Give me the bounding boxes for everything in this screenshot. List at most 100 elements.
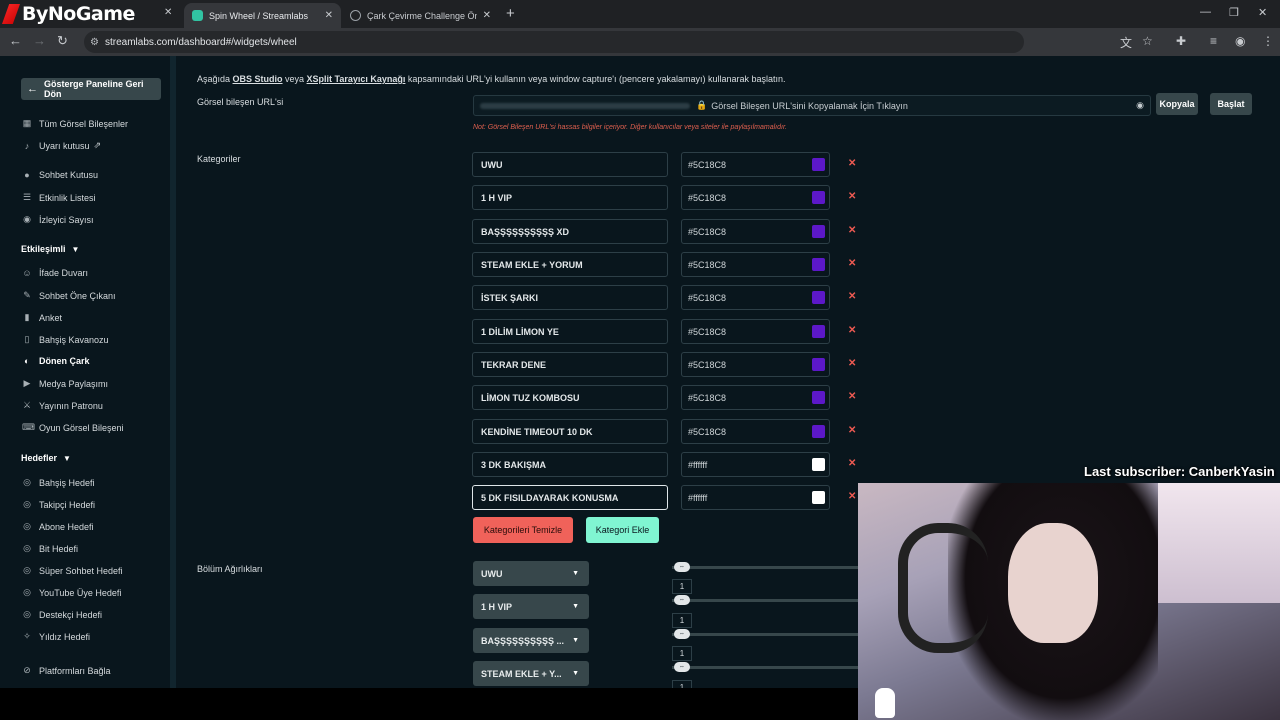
back-to-dashboard-button[interactable]: ← Gösterge Paneline Geri Dön bbox=[21, 78, 161, 100]
delete-category-icon[interactable]: ✕ bbox=[848, 425, 856, 436]
menu-kebab-icon[interactable]: ⋮ bbox=[1262, 34, 1274, 48]
color-swatch[interactable] bbox=[812, 391, 825, 404]
delete-category-icon[interactable]: ✕ bbox=[848, 391, 856, 402]
slider-handle[interactable]: ⇔ bbox=[674, 595, 690, 605]
add-category-button[interactable]: Kategori Ekle bbox=[586, 517, 659, 543]
clear-categories-button[interactable]: Kategorileri Temizle bbox=[473, 517, 573, 543]
color-swatch[interactable] bbox=[812, 458, 825, 471]
color-swatch[interactable] bbox=[812, 158, 825, 171]
profile-avatar-icon[interactable]: ◉ bbox=[1235, 34, 1245, 48]
sidebar-item-superchat-goal[interactable]: ◎ Süper Sohbet Hedefi bbox=[22, 565, 123, 576]
category-name-input[interactable]: 3 DK BAKIŞMA bbox=[472, 452, 668, 477]
new-tab-icon[interactable]: + bbox=[506, 5, 515, 22]
obs-studio-link[interactable]: OBS Studio bbox=[233, 74, 283, 84]
eye-icon[interactable]: ◉ bbox=[1136, 100, 1144, 111]
color-swatch[interactable] bbox=[812, 491, 825, 504]
translate-icon[interactable]: 文 bbox=[1120, 34, 1132, 51]
color-swatch[interactable] bbox=[812, 191, 825, 204]
color-swatch[interactable] bbox=[812, 425, 825, 438]
weight-category-select[interactable]: 1 H VIP ▼ bbox=[473, 594, 589, 619]
slider-handle[interactable]: ⇔ bbox=[674, 629, 690, 639]
sidebar-item-stream-boss[interactable]: ⚔ Yayının Patronu bbox=[22, 400, 103, 411]
weight-category-select[interactable]: BAŞŞŞŞŞŞŞŞŞŞ ... ▼ bbox=[473, 628, 589, 653]
category-color-input[interactable]: #5C18C8 bbox=[681, 285, 830, 310]
sidebar-item-chat-box[interactable]: ● Sohbet Kutusu bbox=[22, 170, 98, 180]
section-engagement[interactable]: Etkileşimli ▼ bbox=[21, 244, 79, 254]
delete-category-icon[interactable]: ✕ bbox=[848, 158, 856, 169]
xsplit-link[interactable]: XSplit Tarayıcı Kaynağı bbox=[307, 74, 406, 84]
delete-category-icon[interactable]: ✕ bbox=[848, 191, 856, 202]
close-tab-icon[interactable]: ✕ bbox=[325, 10, 333, 21]
category-name-input[interactable]: 5 DK FISILDAYARAK KONUSMA bbox=[472, 485, 668, 510]
weight-category-select[interactable]: STEAM EKLE + Y... ▼ bbox=[473, 661, 589, 686]
sidebar-item-chat-highlight[interactable]: ✎ Sohbet Öne Çıkanı bbox=[22, 290, 115, 301]
sidebar-item-spin-wheel[interactable]: ◐ Dönen Çark bbox=[22, 356, 89, 366]
sidebar-item-viewer-count[interactable]: ◉ İzleyici Sayısı bbox=[22, 214, 93, 225]
minimize-icon[interactable]: — bbox=[1200, 6, 1211, 18]
forward-arrow-icon[interactable]: → bbox=[33, 33, 46, 48]
category-name-input[interactable]: KENDİNE TIMEOUT 10 DK bbox=[472, 419, 668, 444]
color-swatch[interactable] bbox=[812, 291, 825, 304]
section-goals[interactable]: Hedefler ▼ bbox=[21, 453, 71, 463]
weight-category-select[interactable]: UWU ▼ bbox=[473, 561, 589, 586]
tab-challenge[interactable]: Çark Çevirme Challenge Öneril ✕ bbox=[342, 3, 499, 28]
reload-icon[interactable]: ↻ bbox=[57, 33, 68, 49]
category-color-input[interactable]: #5C18C8 bbox=[681, 419, 830, 444]
sidebar-item-bit-goal[interactable]: ◎ Bit Hedefi bbox=[22, 543, 78, 554]
close-window-icon[interactable]: ✕ bbox=[1258, 6, 1267, 19]
color-swatch[interactable] bbox=[812, 325, 825, 338]
site-info-icon[interactable]: ⚙ bbox=[90, 37, 99, 48]
color-swatch[interactable] bbox=[812, 258, 825, 271]
weight-slider[interactable] bbox=[672, 599, 858, 602]
delete-category-icon[interactable]: ✕ bbox=[848, 291, 856, 302]
back-arrow-icon[interactable]: ← bbox=[9, 33, 22, 48]
close-tab-icon[interactable]: ✕ bbox=[164, 7, 172, 18]
widget-url-field[interactable]: 🔒 Görsel Bileşen URL'sini Kopyalamak İçi… bbox=[473, 95, 1151, 116]
delete-category-icon[interactable]: ✕ bbox=[848, 225, 856, 236]
sidebar-item-game-widget[interactable]: ⌨ Oyun Görsel Bileşeni bbox=[22, 422, 124, 433]
bookmark-star-icon[interactable]: ☆ bbox=[1142, 34, 1153, 48]
category-color-input[interactable]: #5C18C8 bbox=[681, 352, 830, 377]
sidebar-item-supporter-goal[interactable]: ◎ Destekçi Hedefi bbox=[22, 609, 102, 620]
sidebar-scrollbar[interactable] bbox=[170, 56, 176, 688]
reading-list-icon[interactable]: ≡ bbox=[1210, 34, 1217, 48]
start-button[interactable]: Başlat bbox=[1210, 93, 1252, 115]
address-bar[interactable]: ⚙ streamlabs.com/dashboard#/widgets/whee… bbox=[84, 31, 1024, 53]
delete-category-icon[interactable]: ✕ bbox=[848, 458, 856, 469]
sidebar-item-emote-wall[interactable]: ☺ İfade Duvarı bbox=[22, 268, 88, 278]
delete-category-icon[interactable]: ✕ bbox=[848, 358, 856, 369]
category-name-input[interactable]: 1 H VIP bbox=[472, 185, 668, 210]
sidebar-item-event-list[interactable]: ☰ Etkinlik Listesi bbox=[22, 192, 96, 203]
category-color-input[interactable]: #ffffff bbox=[681, 452, 830, 477]
restore-icon[interactable]: ❐ bbox=[1229, 6, 1239, 19]
slider-handle[interactable]: ⇔ bbox=[674, 662, 690, 672]
delete-category-icon[interactable]: ✕ bbox=[848, 325, 856, 336]
color-swatch[interactable] bbox=[812, 225, 825, 238]
tab-spin-wheel[interactable]: Spin Wheel / Streamlabs ✕ bbox=[184, 3, 341, 28]
sidebar-item-alert-box[interactable]: ♪ Uyarı kutusu ⇗ bbox=[22, 140, 101, 151]
category-name-input[interactable]: TEKRAR DENE bbox=[472, 352, 668, 377]
category-color-input[interactable]: #5C18C8 bbox=[681, 152, 830, 177]
sidebar-item-tip-goal[interactable]: ◎ Bahşiş Hedefi bbox=[22, 477, 94, 488]
close-tab-icon[interactable]: ✕ bbox=[483, 10, 491, 21]
sidebar-item-media-share[interactable]: ▶ Medya Paylaşımı bbox=[22, 378, 109, 389]
sidebar-item-all-widgets[interactable]: ▦ Tüm Görsel Bileşenler bbox=[22, 118, 128, 129]
extensions-icon[interactable]: ✚ bbox=[1176, 34, 1186, 48]
sidebar-item-poll[interactable]: ▮ Anket bbox=[22, 312, 63, 323]
weight-slider[interactable] bbox=[672, 566, 858, 569]
category-name-input[interactable]: STEAM EKLE + YORUM bbox=[472, 252, 668, 277]
category-name-input[interactable]: 1 DİLİM LİMON YE bbox=[472, 319, 668, 344]
delete-category-icon[interactable]: ✕ bbox=[848, 258, 856, 269]
color-swatch[interactable] bbox=[812, 358, 825, 371]
weight-slider[interactable] bbox=[672, 666, 858, 669]
sidebar-item-tip-jar[interactable]: ▯ Bahşiş Kavanozu bbox=[22, 334, 109, 345]
category-name-input[interactable]: LİMON TUZ KOMBOSU bbox=[472, 385, 668, 410]
sidebar-item-follower-goal[interactable]: ◎ Takipçi Hedefi bbox=[22, 499, 95, 510]
sidebar-item-youtube-member-goal[interactable]: ◎ YouTube Üye Hedefi bbox=[22, 587, 121, 598]
category-color-input[interactable]: #5C18C8 bbox=[681, 252, 830, 277]
category-name-input[interactable]: BAŞŞŞŞŞŞŞŞŞŞ XD bbox=[472, 219, 668, 244]
weight-slider[interactable] bbox=[672, 633, 858, 636]
sidebar-item-sub-goal[interactable]: ◎ Abone Hedefi bbox=[22, 521, 93, 532]
category-color-input[interactable]: #5C18C8 bbox=[681, 185, 830, 210]
slider-handle[interactable]: ⇔ bbox=[674, 562, 690, 572]
